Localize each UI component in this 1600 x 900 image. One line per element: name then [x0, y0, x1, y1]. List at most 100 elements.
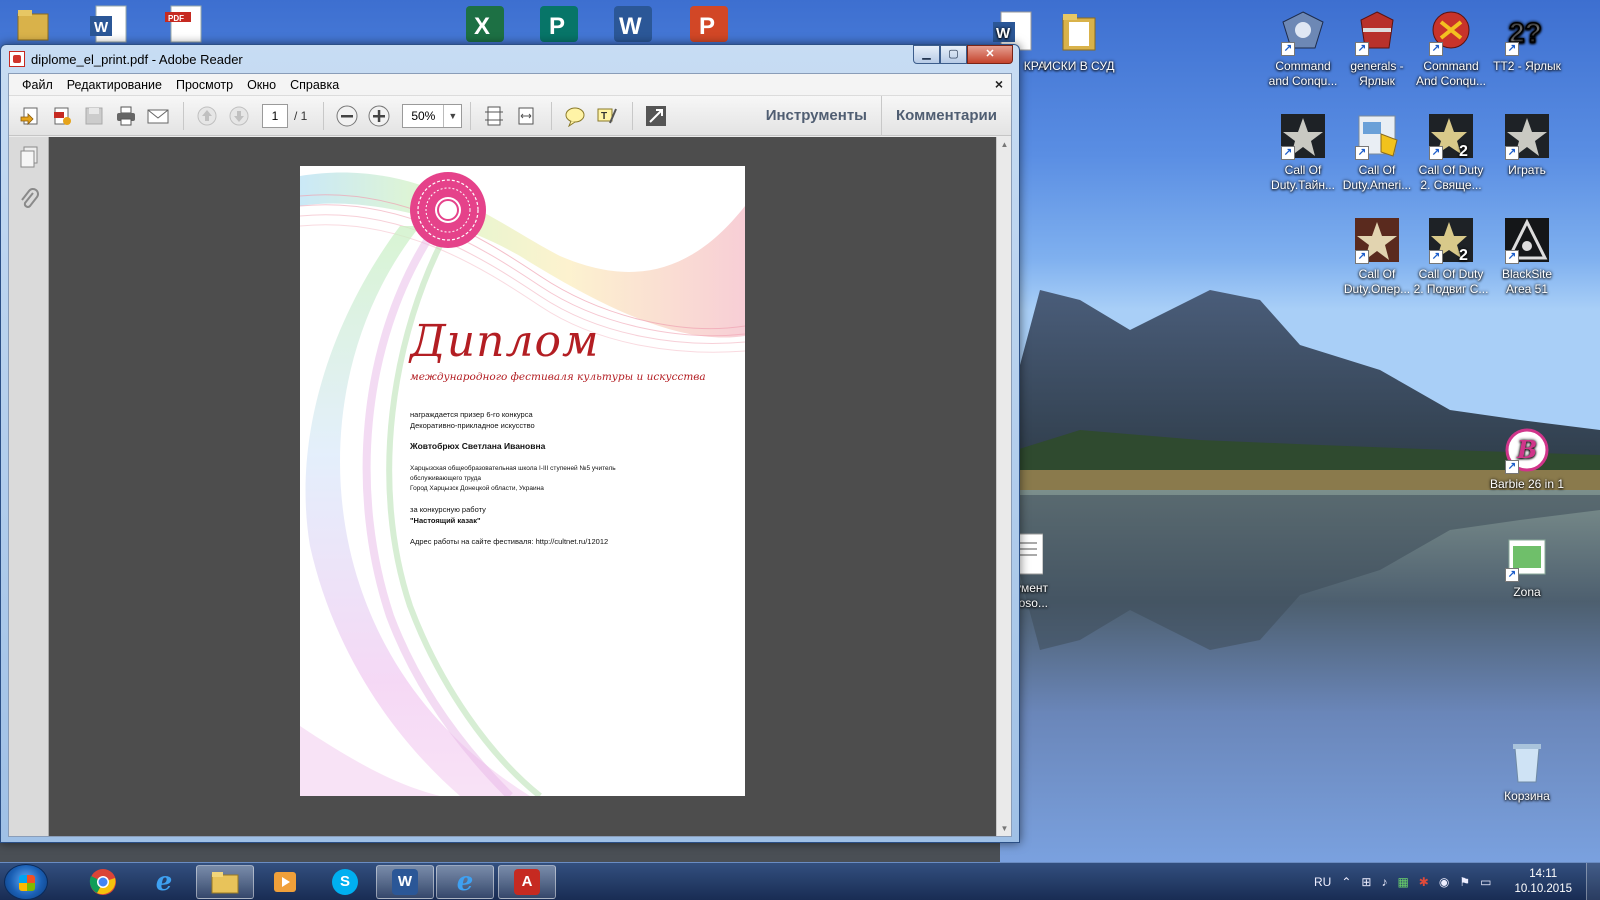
- taskbar-word[interactable]: W: [376, 865, 434, 899]
- svg-text:PDF: PDF: [168, 14, 184, 23]
- document-viewport[interactable]: Диплом международного фестиваля культуры…: [49, 137, 996, 836]
- desktop-icon-cod-3[interactable]: 2 ↗ Call Of Duty 2. Свяще...: [1412, 112, 1490, 193]
- taskbar-adobe-reader[interactable]: A: [498, 865, 556, 899]
- desktop-icon-cod-5[interactable]: 2 ↗ Call Of Duty 2. Подвиг С...: [1412, 216, 1490, 297]
- menu-help[interactable]: Справка: [283, 78, 346, 92]
- next-page-icon[interactable]: [224, 101, 254, 131]
- svg-text:W: W: [94, 19, 109, 36]
- word-app-icon[interactable]: W: [610, 4, 660, 46]
- desktop-icon-tt2[interactable]: 2? ↗ TT2 - Ярлык: [1488, 8, 1566, 74]
- volume-icon[interactable]: ♪: [1381, 875, 1387, 889]
- page-number-input[interactable]: 1: [262, 103, 288, 128]
- powerpoint-icon[interactable]: P: [686, 4, 736, 46]
- open-file-icon[interactable]: [15, 101, 45, 131]
- shortcut-arrow-icon: ↗: [1355, 146, 1369, 160]
- skype-icon: S: [332, 869, 358, 895]
- zoom-in-icon[interactable]: [364, 101, 394, 131]
- toolbar-separator: [632, 101, 634, 130]
- desktop-icon-label: Call Of Duty.Ameri...: [1342, 163, 1412, 192]
- desktop-icon-command-conquer-1[interactable]: ↗ Command and Conqu...: [1264, 8, 1342, 89]
- tools-panel-button[interactable]: Инструменты: [752, 96, 881, 136]
- desktop-icon-command-conquer-2[interactable]: ↗ Command And Conqu...: [1412, 8, 1490, 89]
- action-center-flag-icon[interactable]: ⚑: [1459, 875, 1470, 889]
- zoom-value[interactable]: 50%: [403, 105, 443, 127]
- desktop-icon-recycle-bin[interactable]: Корзина: [1488, 738, 1566, 804]
- highlight-text-icon[interactable]: T: [592, 101, 622, 131]
- pdf-page[interactable]: Диплом международного фестиваля культуры…: [300, 166, 745, 796]
- comments-panel-button[interactable]: Комментарии: [880, 96, 1011, 136]
- desktop-icon-iski[interactable]: ИСКИ В СУД: [1040, 8, 1118, 74]
- close-button[interactable]: ✕: [967, 45, 1013, 64]
- maximize-button[interactable]: ▢: [940, 45, 967, 64]
- taskbar-chrome[interactable]: [74, 865, 132, 899]
- svg-text:T: T: [601, 111, 607, 122]
- taskbar-skype[interactable]: S: [316, 865, 374, 899]
- sticky-note-icon[interactable]: [560, 101, 590, 131]
- taskbar-ie-window[interactable]: e: [436, 865, 494, 899]
- menu-file[interactable]: Файл: [15, 78, 60, 92]
- show-desktop-button[interactable]: [1586, 863, 1600, 900]
- menu-edit[interactable]: Редактирование: [60, 78, 169, 92]
- print-icon[interactable]: [111, 101, 141, 131]
- menu-view[interactable]: Просмотр: [169, 78, 240, 92]
- zoom-out-icon[interactable]: [332, 101, 362, 131]
- recipient-name: Жовтобрюх Светлана Ивановна: [410, 441, 546, 451]
- desktop-icon-cod-2[interactable]: ↗ Call Of Duty.Ameri...: [1338, 112, 1416, 193]
- fit-width-icon[interactable]: [511, 101, 541, 131]
- desktop-icon-blacksite[interactable]: ↗ BlackSite Area 51: [1488, 216, 1566, 297]
- attachments-icon[interactable]: [16, 187, 42, 213]
- shortcut-arrow-icon: ↗: [1429, 146, 1443, 160]
- language-indicator[interactable]: RU: [1314, 875, 1331, 889]
- clock[interactable]: 14:11 10.10.2015: [1514, 867, 1572, 897]
- save-icon[interactable]: [79, 101, 109, 131]
- display-icon[interactable]: ▭: [1480, 875, 1491, 889]
- email-icon[interactable]: [143, 101, 173, 131]
- desktop-icon-cod-1[interactable]: ↗ Call Of Duty.Тайн...: [1264, 112, 1342, 193]
- excel-icon[interactable]: X: [462, 4, 512, 46]
- page-total: / 1: [294, 108, 308, 123]
- start-button[interactable]: [4, 864, 48, 900]
- desktop-icon-zona[interactable]: ↗ Zona: [1488, 534, 1566, 600]
- fit-page-icon[interactable]: [479, 101, 509, 131]
- zoom-select[interactable]: 50% ▼: [402, 103, 463, 128]
- update-icon[interactable]: ◉: [1439, 875, 1449, 889]
- page-thumbnails-icon[interactable]: [16, 145, 42, 171]
- taskbar-media-player[interactable]: [256, 865, 314, 899]
- toolbar: 1 / 1 50% ▼ T Инструменты Комментарии: [9, 96, 1011, 136]
- scroll-down-icon[interactable]: ▼: [997, 821, 1012, 836]
- desktop-icon-barbie[interactable]: B ↗ Barbie 26 in 1: [1488, 426, 1566, 492]
- taskbar-internet-explorer[interactable]: e: [135, 865, 193, 899]
- fullscreen-icon[interactable]: [641, 101, 671, 131]
- vertical-scrollbar[interactable]: ▲ ▼: [996, 137, 1011, 836]
- category-line: Декоративно-прикладное искусство: [410, 421, 535, 430]
- desktop-icon-label: Корзина: [1504, 789, 1550, 803]
- word-doc-icon[interactable]: W: [88, 4, 138, 46]
- windows-flag-icon[interactable]: ⊞: [1361, 875, 1371, 889]
- tray-expand-icon[interactable]: ⌃: [1341, 875, 1351, 889]
- publisher-icon[interactable]: P: [536, 4, 586, 46]
- close-document-button[interactable]: ×: [995, 76, 1003, 92]
- adobe-reader-window: diplome_el_print.pdf - Adobe Reader ▁ ▢ …: [0, 44, 1020, 843]
- desktop-icon-label: Call Of Duty.Опер...: [1343, 267, 1411, 296]
- organization-line-2: обслуживающего труда: [410, 475, 481, 482]
- menu-window[interactable]: Окно: [240, 78, 283, 92]
- desktop-icon-generals[interactable]: ↗ generals - Ярлык: [1338, 8, 1416, 89]
- title-bar[interactable]: diplome_el_print.pdf - Adobe Reader ▁ ▢ …: [1, 45, 1019, 73]
- adobe-tray-icon[interactable]: ✱: [1419, 875, 1429, 889]
- create-pdf-icon[interactable]: [47, 101, 77, 131]
- desktop-icon-play[interactable]: ↗ Играть: [1488, 112, 1566, 178]
- chevron-down-icon[interactable]: ▼: [443, 104, 461, 127]
- clock-time: 14:11: [1529, 868, 1558, 880]
- folder-icon[interactable]: [14, 4, 64, 46]
- system-tray: RU ⌃ ⊞ ♪ ▦ ✱ ◉ ⚑ ▭ 14:11 10.10.2015: [1309, 863, 1600, 900]
- svg-text:P: P: [549, 13, 565, 40]
- shortcut-arrow-icon: ↗: [1355, 250, 1369, 264]
- taskbar-explorer[interactable]: [196, 865, 254, 899]
- pdf-file-icon[interactable]: PDF: [163, 4, 213, 46]
- desktop-icon-label: Играть: [1508, 163, 1546, 177]
- minimize-button[interactable]: ▁: [913, 45, 940, 64]
- previous-page-icon[interactable]: [192, 101, 222, 131]
- network-icon[interactable]: ▦: [1397, 875, 1408, 889]
- desktop-icon-cod-4[interactable]: ↗ Call Of Duty.Опер...: [1338, 216, 1416, 297]
- scroll-up-icon[interactable]: ▲: [997, 137, 1012, 152]
